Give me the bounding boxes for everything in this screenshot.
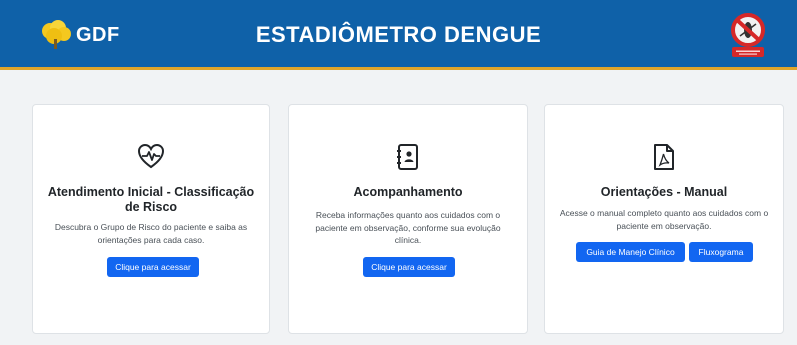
no-mosquito-icon <box>731 13 765 57</box>
access-monitoring-button[interactable]: Clique para acessar <box>363 257 455 277</box>
clipboard-person-icon <box>397 144 418 170</box>
clinical-guide-button[interactable]: Guia de Manejo Clínico <box>576 242 685 262</box>
header: GDF ESTADIÔMETRO DENGUE <box>0 0 797 70</box>
flowchart-button[interactable]: Fluxograma <box>689 242 753 262</box>
card-description: Receba informações quanto aos cuidados c… <box>315 210 501 245</box>
card-description: Acesse o manual completo quanto aos cuid… <box>559 208 769 231</box>
card-atendimento-inicial: Atendimento Inicial - Classificação de R… <box>32 104 270 334</box>
pdf-file-icon <box>654 144 674 170</box>
card-title: Atendimento Inicial - Classificação de R… <box>47 185 255 214</box>
card-orientacoes-manual: Orientações - Manual Acesse o manual com… <box>544 104 784 334</box>
card-acompanhamento: Acompanhamento Receba informações quanto… <box>288 104 528 334</box>
card-title: Acompanhamento <box>353 185 463 199</box>
card-title: Orientações - Manual <box>600 185 728 199</box>
access-triage-button[interactable]: Clique para acessar <box>107 257 199 277</box>
heart-pulse-icon <box>137 143 165 169</box>
page-title: ESTADIÔMETRO DENGUE <box>255 22 542 47</box>
card-description: Descubra o Grupo de Risco do paciente e … <box>54 222 248 245</box>
